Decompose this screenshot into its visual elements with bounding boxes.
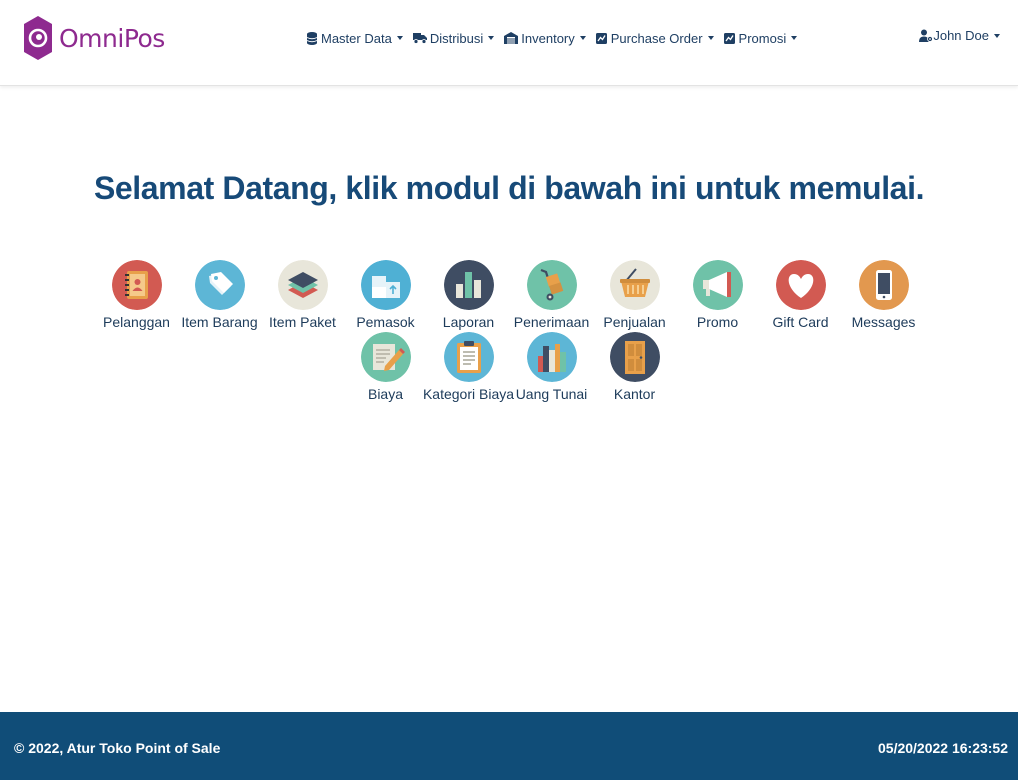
- truck-icon: [412, 32, 427, 45]
- smartphone-icon: [858, 260, 909, 310]
- caret-down-icon: [579, 36, 586, 40]
- module-label: Messages: [851, 314, 916, 330]
- clipboard-icon: [443, 332, 494, 382]
- layers-icon: [277, 260, 328, 310]
- page-title: Selamat Datang, klik modul di bawah ini …: [93, 170, 925, 206]
- module-label: Penerimaan: [513, 314, 590, 330]
- module-penerimaan[interactable]: Penerimaan: [510, 260, 593, 330]
- module-label: Laporan: [442, 314, 495, 330]
- menu-distribusi[interactable]: Distribusi: [412, 30, 495, 46]
- books-icon: [526, 332, 577, 382]
- footer: © 2022, Atur Toko Point of Sale 05/20/20…: [0, 712, 1018, 780]
- omnipos-logo-icon: [24, 16, 52, 60]
- module-kantor[interactable]: Kantor: [593, 332, 676, 402]
- module-promo[interactable]: Promo: [676, 260, 759, 330]
- module-label: Biaya: [367, 386, 404, 402]
- module-pemasok[interactable]: Pemasok: [344, 260, 427, 330]
- brand-name: OmniPos: [59, 23, 165, 53]
- module-label: Pelanggan: [103, 314, 170, 330]
- module-grid: Pelanggan Item Barang Item Paket Pemasok…: [95, 260, 925, 402]
- price-tag-icon: [194, 260, 245, 310]
- bar-chart-icon: [443, 260, 494, 310]
- module-label: Gift Card: [772, 314, 829, 330]
- menu-label: Inventory: [521, 30, 575, 46]
- module-uang-tunai[interactable]: Uang Tunai: [510, 332, 593, 402]
- module-label: Uang Tunai: [515, 386, 588, 402]
- chart-box-icon: [724, 32, 736, 45]
- caret-down-icon: [994, 33, 1000, 38]
- module-label: Kantor: [613, 386, 656, 402]
- megaphone-icon: [692, 260, 743, 310]
- module-label: Penjualan: [603, 314, 666, 330]
- pencil-note-icon: [360, 332, 411, 382]
- user-menu[interactable]: John Doe: [919, 28, 1000, 43]
- caret-down-icon: [396, 36, 403, 40]
- module-laporan[interactable]: Laporan: [427, 260, 510, 330]
- datetime: 05/20/2022 16:23:52: [878, 740, 1008, 756]
- module-label: Kategori Biaya: [422, 386, 515, 402]
- module-label: Promo: [696, 314, 739, 330]
- warehouse-icon: [504, 32, 519, 45]
- chart-box-icon: [596, 32, 608, 45]
- user-gear-icon: [919, 29, 934, 42]
- copyright: © 2022, Atur Toko Point of Sale: [14, 740, 221, 756]
- boxes-icon: [360, 260, 411, 310]
- door-icon: [609, 332, 660, 382]
- module-penjualan[interactable]: Penjualan: [593, 260, 676, 330]
- module-label: Item Barang: [181, 314, 258, 330]
- menu-label: Promosi: [738, 30, 787, 46]
- module-label: Item Paket: [269, 314, 336, 330]
- menu-label: Purchase Order: [610, 30, 703, 46]
- address-book-icon: [111, 260, 162, 310]
- caret-down-icon: [791, 36, 798, 40]
- module-kategori-biaya[interactable]: Kategori Biaya: [423, 332, 514, 402]
- module-biaya[interactable]: Biaya: [344, 332, 427, 402]
- top-navbar: OmniPos Master Data Distribusi Inventory: [0, 0, 1018, 86]
- basket-icon: [609, 260, 660, 310]
- user-name: John Doe: [933, 28, 989, 43]
- brand[interactable]: OmniPos: [24, 16, 165, 60]
- module-messages[interactable]: Messages: [842, 260, 925, 330]
- caret-down-icon: [707, 36, 714, 40]
- hand-truck-icon: [526, 260, 577, 310]
- module-item-paket[interactable]: Item Paket: [261, 260, 344, 330]
- module-pelanggan[interactable]: Pelanggan: [95, 260, 178, 330]
- caret-down-icon: [488, 36, 495, 40]
- menu-inventory[interactable]: Inventory: [504, 30, 586, 46]
- menu-label: Distribusi: [429, 30, 484, 46]
- menu-promosi[interactable]: Promosi: [724, 31, 798, 46]
- module-item-barang[interactable]: Item Barang: [178, 260, 261, 330]
- menu-master-data[interactable]: Master Data: [306, 31, 403, 46]
- module-row: Pelanggan Item Barang Item Paket Pemasok…: [95, 260, 925, 330]
- main-menu: Master Data Distribusi Inventory Purchas…: [306, 28, 807, 48]
- module-gift-card[interactable]: Gift Card: [759, 260, 842, 330]
- module-row: Biaya Kategori Biaya Uang Tunai Kantor: [95, 332, 925, 402]
- database-icon: [306, 31, 318, 45]
- menu-purchase-order[interactable]: Purchase Order: [596, 31, 714, 46]
- heart-icon: [775, 260, 826, 310]
- module-label: Pemasok: [356, 314, 415, 330]
- menu-label: Master Data: [321, 30, 392, 46]
